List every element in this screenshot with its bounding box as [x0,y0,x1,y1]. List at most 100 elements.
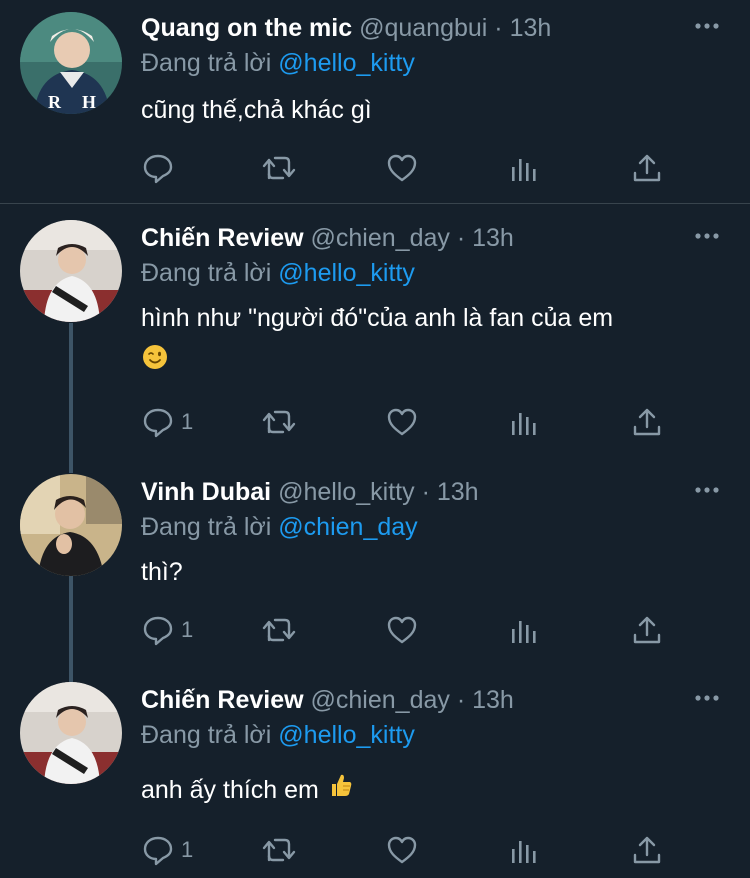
avatar[interactable]: R H [20,12,122,114]
like-icon [385,833,419,867]
tweet-text: hình như "người đó"của anh là fan của em [141,296,721,385]
analytics-icon [509,613,541,647]
reply-count: 1 [181,617,194,642]
avatar[interactable] [20,474,122,576]
tweet[interactable]: Chiến Review @chien_day · 13h Đang trả l… [0,672,750,878]
timestamp[interactable]: 13h [472,224,514,252]
display-name[interactable]: Chiến Review [141,224,304,252]
tweet[interactable]: Chiến Review @chien_day · 13h Đang trả l… [0,210,750,463]
retweet-button[interactable] [261,150,297,186]
display-name[interactable]: Quang on the mic [141,14,352,42]
action-bar: 1 [141,612,701,648]
timeline: R H Quang on the mic @quangbui · 13h Đan… [0,0,750,878]
user-handle[interactable]: @hello_kitty [278,478,415,506]
separator-dot: · [494,14,503,42]
retweet-icon [261,405,297,439]
reply-button[interactable] [141,150,181,186]
share-button[interactable] [631,832,663,868]
separator-dot: · [456,686,466,714]
replying-to: Đang trả lời @hello_kitty [141,46,415,80]
like-icon [385,613,419,647]
reply-button[interactable]: 1 [141,612,193,648]
retweet-icon [261,833,297,867]
like-button[interactable] [385,150,419,186]
analytics-button[interactable] [509,404,541,440]
share-button[interactable] [631,404,663,440]
analytics-button[interactable] [509,832,541,868]
svg-text:H: H [82,92,96,112]
reply-count: 1 [181,409,194,434]
more-icon[interactable] [694,18,720,29]
mention-link[interactable]: @chien_day [278,513,417,541]
like-icon [385,151,419,185]
user-handle[interactable]: @chien_day [311,686,450,714]
more-icon[interactable] [694,228,720,239]
replying-to: Đang trả lời @hello_kitty [141,256,415,290]
tweet-header: Chiến Review @chien_day · 13h [141,222,514,254]
reply-prefix: Đang trả lời [141,49,272,77]
like-button[interactable] [385,612,419,648]
replying-to: Đang trả lời @chien_day [141,510,418,544]
comment-icon [141,613,175,647]
tweet-header: Chiến Review @chien_day · 13h [141,684,514,716]
avatar[interactable] [20,220,122,322]
display-name[interactable]: Chiến Review [141,686,304,714]
tweet-text: cũng thế,chả khác gì [141,88,721,132]
thumbs-up-emoji [326,769,354,813]
timestamp[interactable]: 13h [472,686,514,714]
analytics-button[interactable] [509,612,541,648]
reply-prefix: Đang trả lời [141,259,272,287]
reply-button[interactable]: 1 [141,832,193,868]
tweet-text: anh ấy thích em [141,768,721,813]
retweet-icon [261,151,297,185]
comment-icon [141,405,175,439]
divider [0,203,750,204]
action-bar: 1 [141,404,701,440]
share-button[interactable] [631,150,663,186]
retweet-button[interactable] [261,612,297,648]
replying-to: Đang trả lời @hello_kitty [141,718,415,752]
reply-button[interactable]: 1 [141,404,193,440]
share-icon [631,405,663,439]
mention-link[interactable]: @hello_kitty [278,721,415,749]
comment-icon [141,833,175,867]
avatar[interactable] [20,682,122,784]
analytics-icon [509,405,541,439]
share-icon [631,613,663,647]
action-bar: 1 [141,832,701,868]
action-bar [141,150,701,186]
winking-face-emoji [141,341,169,385]
svg-text:R: R [48,92,62,112]
more-icon[interactable] [694,482,720,493]
timestamp[interactable]: 13h [437,478,479,506]
display-name[interactable]: Vinh Dubai [141,478,271,506]
comment-icon [141,151,175,185]
tweet-header: Vinh Dubai @hello_kitty · 13h [141,476,479,508]
reply-prefix: Đang trả lời [141,513,272,541]
share-icon [631,151,663,185]
user-handle[interactable]: @chien_day [311,224,450,252]
user-handle[interactable]: @quangbui [359,14,487,42]
tweet-text-body: anh ấy thích em [141,776,319,804]
timestamp[interactable]: 13h [510,14,552,42]
share-button[interactable] [631,612,663,648]
retweet-button[interactable] [261,832,297,868]
more-icon[interactable] [694,690,720,701]
mention-link[interactable]: @hello_kitty [278,259,415,287]
analytics-icon [509,151,541,185]
retweet-icon [261,613,297,647]
share-icon [631,833,663,867]
tweet-text: thì? [141,550,721,594]
analytics-button[interactable] [509,150,541,186]
tweet[interactable]: R H Quang on the mic @quangbui · 13h Đan… [0,0,750,203]
retweet-button[interactable] [261,404,297,440]
separator-dot: · [456,224,466,252]
tweet-text-body: cũng thế,chả khác gì [141,96,372,124]
like-button[interactable] [385,404,419,440]
tweet[interactable]: Vinh Dubai @hello_kitty · 13h Đang trả l… [0,464,750,674]
reply-prefix: Đang trả lời [141,721,272,749]
like-button[interactable] [385,832,419,868]
separator-dot: · [421,478,430,506]
mention-link[interactable]: @hello_kitty [278,49,415,77]
like-icon [385,405,419,439]
